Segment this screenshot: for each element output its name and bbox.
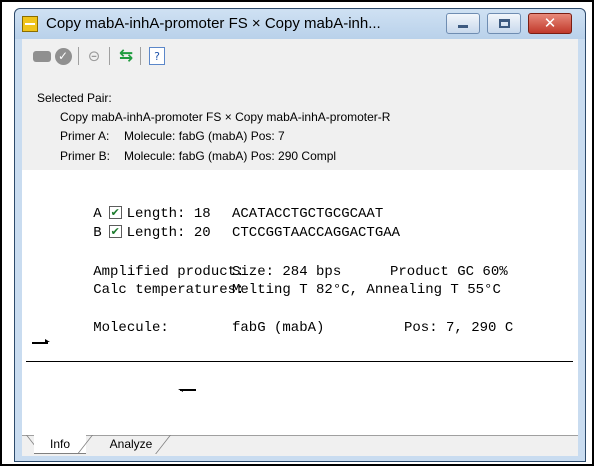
primer-row-b: B Length: 20 CTCCGGTAACCAGGACTGAA <box>26 206 400 241</box>
title-bar[interactable]: Copy mabA-inhA-promoter FS × Copy mabA-i… <box>15 9 585 39</box>
molecule-label: Molecule: <box>93 320 169 336</box>
primer-row-a: ALength: 18ACATACCTGCTGCGCAAT <box>26 187 383 222</box>
toolbar-separator <box>140 47 141 65</box>
selected-pair-label: Selected Pair: <box>37 91 112 105</box>
primer-a-row: Primer A: Molecule: fabG (mabA) Pos: 7 <box>60 129 285 143</box>
molecule-pos: Pos: 7, 290 C <box>404 320 514 336</box>
calc-temperatures-row: Calc temperatures: Melting T 82°C, Anneal… <box>26 263 501 298</box>
close-button[interactable]: ✕ <box>528 13 572 34</box>
molecule-row: Molecule: fabG (mabA) Pos: 7, 290 C <box>26 301 513 336</box>
temperatures: Melting T 82°C, Annealing T 55°C <box>232 282 501 298</box>
swap-arrows-icon: ⇆ <box>118 46 134 66</box>
primer-b-label: Primer B: <box>60 149 111 163</box>
product-gc: Product GC 60% <box>390 264 508 280</box>
record-button[interactable] <box>31 45 53 67</box>
molecule-track-line <box>26 361 573 362</box>
primer-b-checkbox[interactable] <box>108 223 122 241</box>
primer-length: Length: 20 <box>126 225 211 241</box>
check-circle-icon: ✓ <box>54 47 72 65</box>
primer-id: B <box>93 225 102 241</box>
record-icon <box>33 50 51 62</box>
tab-analyze[interactable]: Analyze <box>98 435 164 454</box>
toolbar: ✓ ⊝ ⇆ ? <box>22 45 322 71</box>
molecule-name: fabG (mabA) <box>232 320 325 336</box>
amplified-product-row: Amplified product: Size: 284 bps Product G… <box>26 245 507 280</box>
minimize-icon <box>458 25 468 28</box>
toolbar-separator <box>78 47 79 65</box>
primer-pair-window: Copy mabA-inhA-promoter FS × Copy mabA-i… <box>14 8 586 462</box>
swap-button[interactable]: ⇆ <box>115 45 137 67</box>
link-icon: ⊝ <box>87 47 101 65</box>
check-button[interactable]: ✓ <box>52 45 74 67</box>
help-button[interactable]: ? <box>146 45 168 67</box>
link-button[interactable]: ⊝ <box>83 45 105 67</box>
maximize-icon <box>498 19 510 28</box>
primer-b-detail: Molecule: fabG (mabA) Pos: 290 Compl <box>124 149 337 163</box>
reverse-primer-arrow-icon <box>178 389 196 392</box>
pair-name: Copy mabA-inhA-promoter FS × Copy mabA-i… <box>60 110 391 124</box>
app-icon <box>22 16 38 32</box>
help-document-icon: ? <box>149 47 165 65</box>
forward-primer-arrow-icon <box>32 339 50 344</box>
maximize-button[interactable] <box>487 13 521 34</box>
toolbar-separator <box>109 47 110 65</box>
primer-a-detail: Molecule: fabG (mabA) Pos: 7 <box>124 129 285 143</box>
primer-sequence: ACATACCTGCTGCGCAAT <box>232 206 384 222</box>
info-panel: ALength: 18ACATACCTGCTGCGCAAT B Length: 2… <box>22 170 578 435</box>
window-content: ✓ ⊝ ⇆ ? Selected Pair: Copy mabA-inhA-pr… <box>22 39 578 456</box>
minimize-button[interactable] <box>446 13 480 34</box>
tab-bar: Info Analyze <box>22 435 578 456</box>
close-icon: ✕ <box>543 14 557 32</box>
primer-b-row: Primer B: Molecule: fabG (mabA) Pos: 290 … <box>60 149 336 163</box>
primer-a-label: Primer A: <box>60 129 110 143</box>
calc-label: Calc temperatures: <box>93 282 245 298</box>
window-title: Copy mabA-inhA-promoter FS × Copy mabA-i… <box>46 15 381 32</box>
primer-sequence: CTCCGGTAACCAGGACTGAA <box>232 225 401 241</box>
product-size: Size: 284 bps <box>232 264 342 280</box>
